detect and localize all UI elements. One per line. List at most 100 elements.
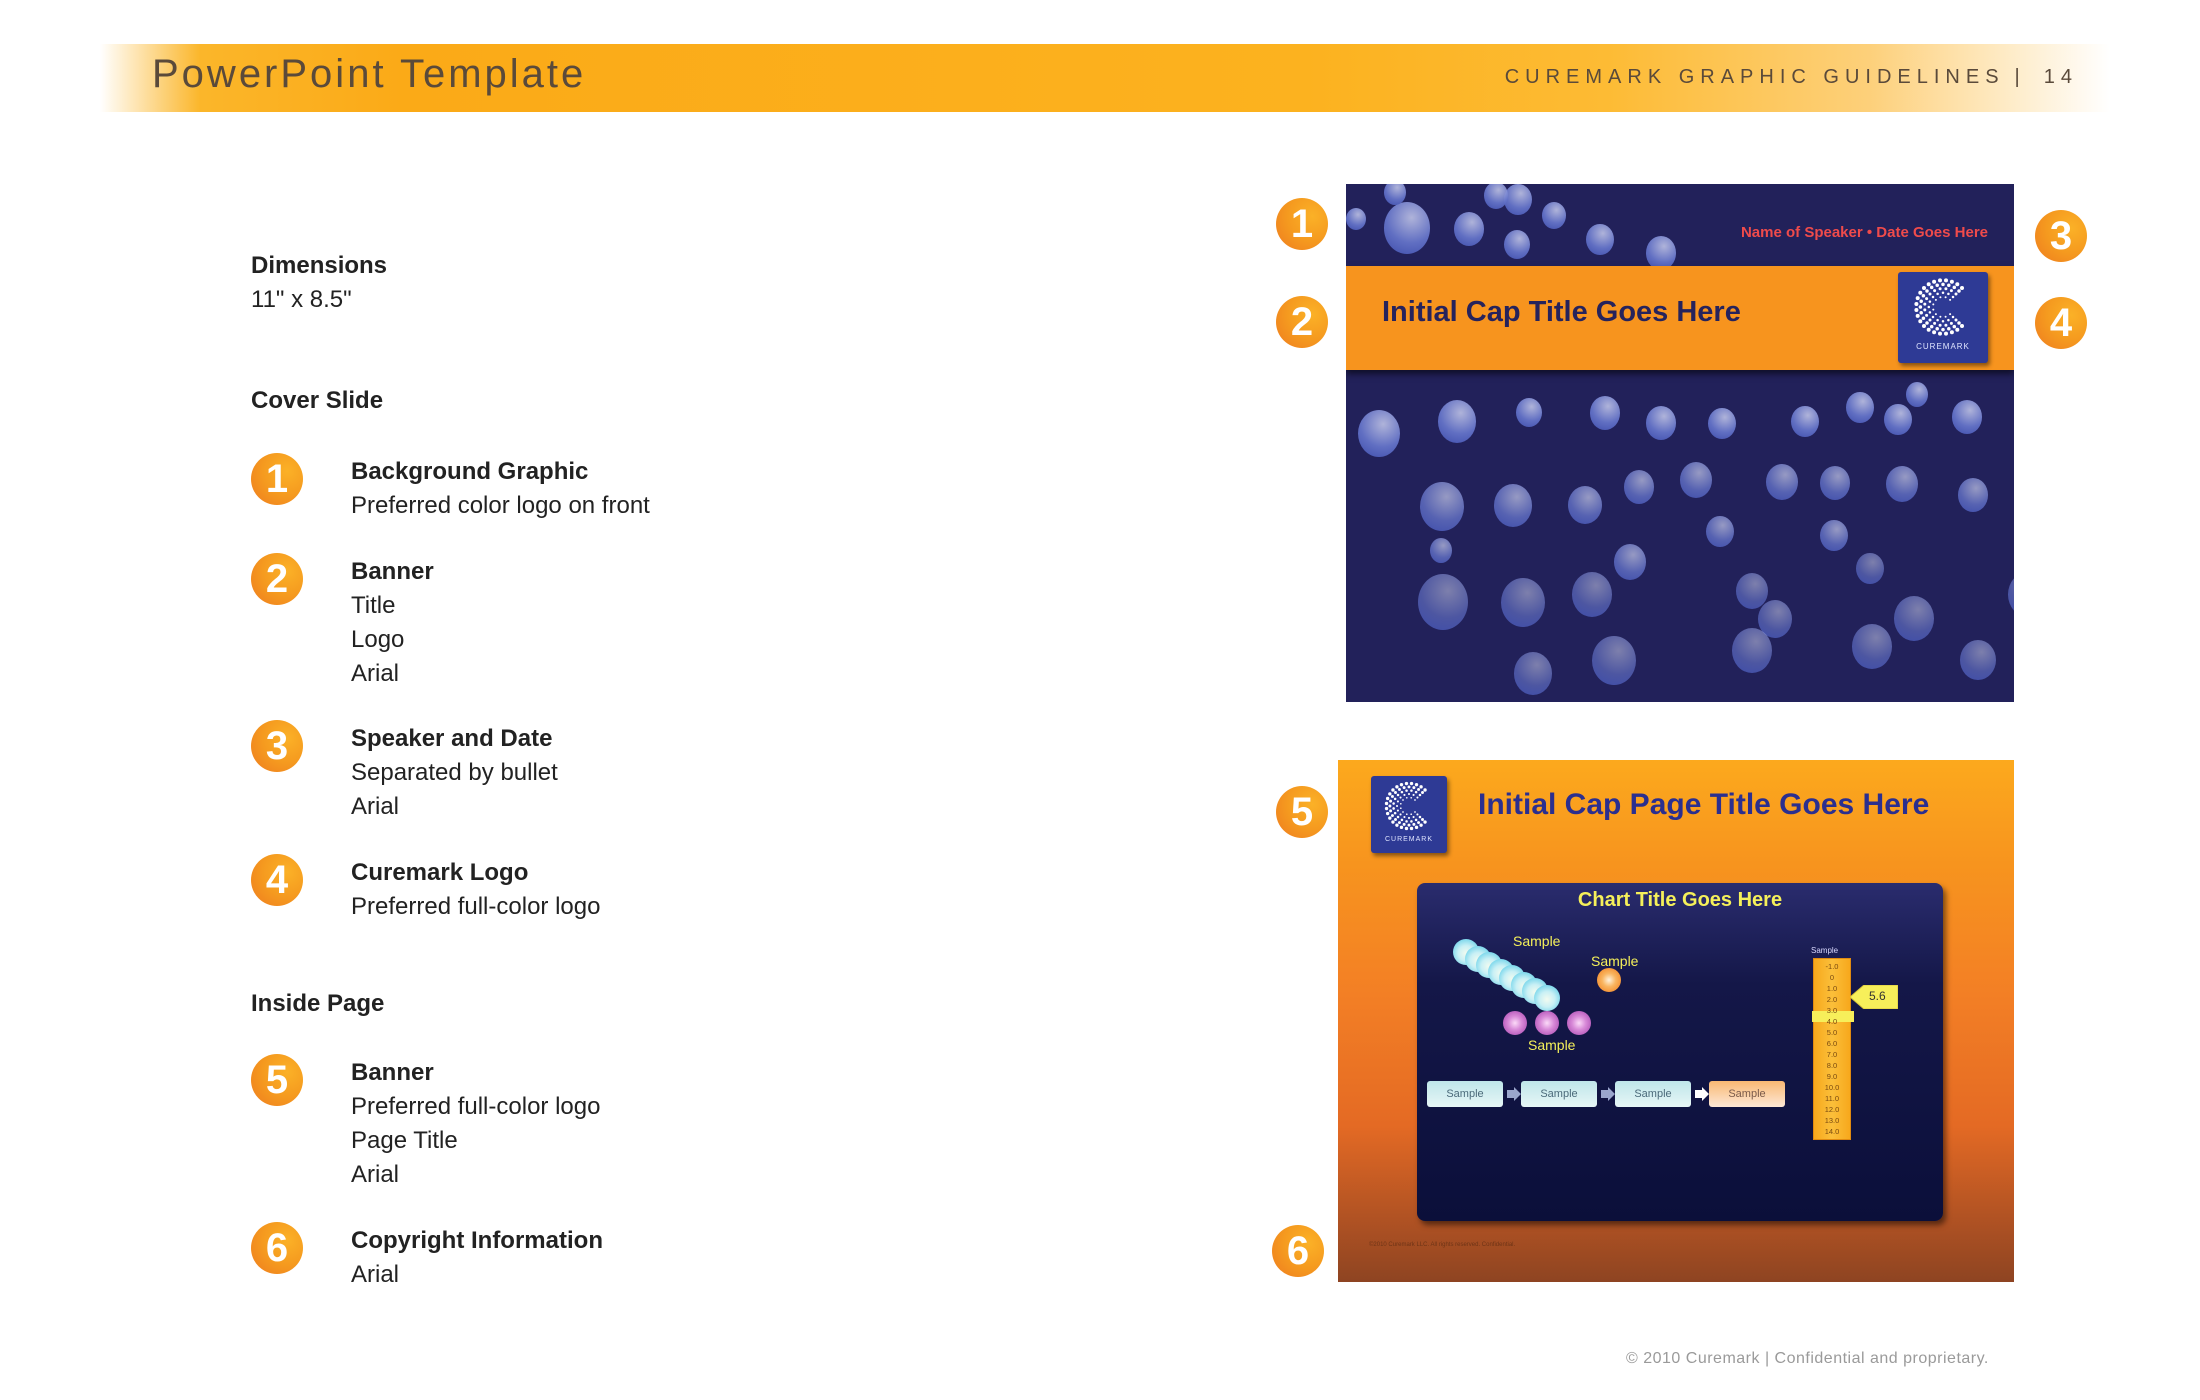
callout-badge-5: 5	[1276, 786, 1328, 838]
scale-tick-label: 11.0	[1824, 1094, 1840, 1103]
scale-header: Sample	[1811, 946, 1839, 955]
background-dot	[1646, 236, 1676, 270]
background-dot	[1346, 208, 1366, 231]
scale-tick-label: 4.0	[1826, 1017, 1838, 1026]
background-dot	[1568, 486, 1602, 525]
background-dot	[1494, 484, 1532, 527]
page-title: PowerPoint Template	[152, 52, 587, 96]
curemark-logo: CUREMARK	[1371, 776, 1447, 853]
callout-badge-4: 4	[2035, 297, 2087, 349]
sample-label: Sample	[1591, 953, 1639, 969]
curemark-c-icon	[1384, 781, 1427, 831]
header-separator: |	[2014, 66, 2026, 88]
background-dot	[1856, 553, 1884, 585]
callout-badge-1: 1	[1276, 198, 1328, 250]
background-dot	[1586, 224, 1614, 256]
flow-arrow-icon	[1695, 1087, 1709, 1101]
legend-item-line: Arial	[351, 660, 400, 687]
dimensions-heading: Dimensions	[251, 252, 388, 279]
number-badge-2: 2	[251, 553, 303, 605]
scale-tick-label: 7.0	[1826, 1050, 1838, 1059]
dimensions-value: 11" x 8.5"	[251, 286, 352, 313]
background-dot	[1846, 392, 1874, 424]
scale-tick-label: -1.0	[1825, 962, 1839, 971]
legend-item-line: Logo	[351, 626, 405, 653]
background-dot	[1484, 184, 1508, 209]
legend-item-line: Arial	[351, 1261, 400, 1288]
curemark-c-icon	[1914, 278, 1964, 336]
background-dot	[1516, 398, 1542, 428]
scale-tick-label: 2.0	[1826, 995, 1838, 1004]
legend-item-label: Curemark Logo	[351, 859, 529, 886]
legend-item-line: Arial	[351, 793, 400, 820]
background-dot	[1418, 574, 1468, 630]
background-dot	[1592, 636, 1636, 686]
background-dot	[1852, 624, 1892, 669]
purple-sphere	[1535, 1011, 1559, 1035]
cover-slide-preview: Name of Speaker • Date Goes Here Initial…	[1346, 184, 2014, 702]
legend-item-label: Banner	[351, 1059, 434, 1086]
scale-tick-label: 1.0	[1826, 984, 1838, 993]
background-dot	[1624, 470, 1654, 504]
callout-badge-3: 3	[2035, 210, 2087, 262]
background-dot	[1766, 464, 1798, 500]
chart-panel: Chart Title Goes Here Sample Sample Samp…	[1417, 883, 1943, 1221]
background-dot	[1706, 516, 1734, 548]
logo-wordmark: CUREMARK	[1384, 836, 1434, 843]
cyan-sphere	[1533, 984, 1560, 1011]
legend-item-line: Preferred full-color logo	[351, 1093, 601, 1120]
background-dot	[1504, 230, 1530, 260]
number-badge-1: 1	[251, 453, 303, 505]
background-dot	[1384, 202, 1430, 254]
background-dot	[2008, 572, 2014, 617]
cover-slide-heading: Cover Slide	[251, 387, 384, 414]
background-dot	[1438, 400, 1476, 443]
legend-item-label: Background Graphic	[351, 458, 589, 485]
background-dot	[1791, 406, 1819, 438]
cover-banner: Initial Cap Title Goes Here CUREMARK	[1346, 266, 2014, 370]
scale-tick-label: 13.0	[1824, 1116, 1840, 1125]
background-dot	[1958, 478, 1988, 512]
background-dot	[1708, 408, 1736, 440]
speaker-date-text: Name of Speaker • Date Goes Here	[1740, 224, 1988, 241]
chart-title: Chart Title Goes Here	[1577, 889, 1783, 911]
number-badge-4: 4	[251, 854, 303, 906]
footer-copyright: © 2010 Curemark | Confidential and propr…	[1626, 1350, 1989, 1367]
callout-value: 5.6	[1869, 989, 1886, 1003]
scale-tick-label: 12.0	[1824, 1105, 1840, 1114]
flow-arrow-icon	[1507, 1087, 1521, 1101]
scale-tick-label: 14.0	[1824, 1127, 1840, 1136]
inside-page-title: Initial Cap Page Title Goes Here	[1478, 788, 1930, 821]
guide-name: CUREMARK GRAPHIC GUIDELINES	[1504, 66, 2005, 88]
legend-item-line: Preferred full-color logo	[351, 893, 601, 920]
sample-label: Sample	[1528, 1037, 1576, 1053]
flow-step: Sample	[1427, 1081, 1503, 1107]
scale-tick-label: 10.0	[1824, 1083, 1840, 1092]
flow-arrow-icon	[1601, 1087, 1615, 1101]
number-badge-5: 5	[251, 1054, 303, 1106]
legend-item-line: Title	[351, 592, 396, 619]
vertical-scale: -1.0 0 1.0 2.0 3.0 4.0 5.0 6.0 7.0 8.0 9.0 10.0 11.0…	[1812, 958, 1854, 1140]
background-dot	[1952, 400, 1982, 434]
background-dot	[1430, 538, 1452, 563]
background-dot	[1646, 406, 1676, 440]
legend-item-label: Banner	[351, 558, 434, 585]
scale-tick-label: 6.0	[1826, 1039, 1838, 1048]
background-dot	[1732, 628, 1772, 673]
logo-wordmark: CUREMARK	[1916, 342, 1970, 351]
callout-badge-6: 6	[1272, 1225, 1324, 1277]
background-dot	[1590, 396, 1620, 430]
flow-step: Sample	[1615, 1081, 1691, 1107]
scale-tick-label: 0	[1829, 973, 1835, 982]
background-dot	[1820, 466, 1850, 500]
inside-page-preview: CUREMARK Initial Cap Page Title Goes Her…	[1338, 760, 2014, 1282]
background-dot	[1614, 544, 1646, 580]
flow-step: Sample	[1709, 1081, 1785, 1107]
number-badge-3: 3	[251, 720, 303, 772]
scale-tick-label: 9.0	[1826, 1072, 1838, 1081]
flow-step: Sample	[1521, 1081, 1597, 1107]
background-dot	[1420, 482, 1464, 532]
curemark-logo: CUREMARK	[1898, 272, 1988, 363]
page-number: 14	[2043, 66, 2078, 88]
purple-sphere	[1567, 1011, 1591, 1035]
